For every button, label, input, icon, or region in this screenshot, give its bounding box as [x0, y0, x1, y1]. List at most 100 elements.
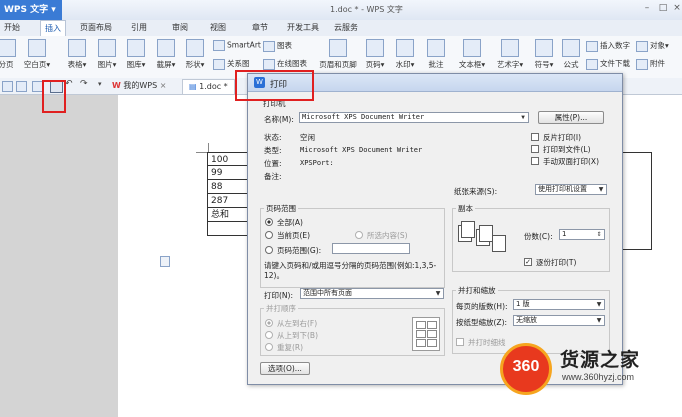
- tab-my-wps[interactable]: W 我的WPS ×: [112, 79, 166, 93]
- printer-select[interactable]: Microsoft XPS Document Writer ▼: [299, 112, 529, 123]
- manual-duplex-checkbox[interactable]: [531, 157, 539, 165]
- page-number-button[interactable]: 页码▾: [362, 39, 388, 70]
- tab-references[interactable]: 引用: [131, 20, 147, 36]
- customize-dropdown-icon[interactable]: ▾: [98, 80, 102, 88]
- print-what-select[interactable]: 范围中所有页面 ▼: [300, 288, 444, 299]
- save-icon[interactable]: [16, 81, 27, 92]
- merge-print-label: 并打时细线: [468, 338, 506, 347]
- tab-chapter[interactable]: 章节: [252, 20, 268, 36]
- reverse-print-checkbox[interactable]: [531, 133, 539, 141]
- selection-radio[interactable]: [355, 231, 363, 239]
- attachment-button[interactable]: 附件: [636, 58, 665, 70]
- collate-label: 逐份打印(T): [536, 258, 577, 267]
- table-cell[interactable]: 88: [207, 180, 251, 194]
- tab-page-layout[interactable]: 页面布局: [80, 20, 112, 36]
- window-title: 1.doc * - WPS 文字: [330, 5, 403, 14]
- table-button[interactable]: 表格▾: [64, 39, 90, 70]
- object-button[interactable]: 对象▾: [636, 40, 669, 52]
- close-icon[interactable]: ×: [670, 3, 682, 15]
- online-chart-button[interactable]: 在线图表: [263, 58, 307, 70]
- paper-source-label: 纸张来源(S):: [454, 187, 498, 196]
- object-icon: [636, 40, 648, 52]
- watermark-button[interactable]: 水印▾: [392, 39, 418, 70]
- shape-button[interactable]: 形状▾: [182, 39, 208, 70]
- wps-menu-button[interactable]: WPS 文字 ▾: [0, 0, 62, 20]
- file-download-button[interactable]: 文件下载: [586, 58, 630, 70]
- blank-page-icon: [28, 39, 46, 57]
- chevron-down-icon: ▼: [596, 301, 602, 308]
- insert-number-button[interactable]: 插入数字: [586, 40, 630, 52]
- order-tb-radio[interactable]: [265, 331, 273, 339]
- properties-button[interactable]: 属性(P)...: [538, 111, 604, 124]
- order-group-label: 并打顺序: [264, 303, 298, 314]
- shape-icon: [186, 39, 204, 57]
- collate-pages-icon: [458, 217, 508, 257]
- comment-button[interactable]: 批注: [426, 39, 446, 70]
- redo-icon[interactable]: ↷: [80, 79, 88, 89]
- order-tb-label: 从上到下(B): [277, 331, 318, 340]
- wordart-icon: [501, 39, 519, 57]
- chart-button[interactable]: 图表: [263, 40, 292, 52]
- smartart-icon: [213, 40, 225, 51]
- gallery-button[interactable]: 图库▾: [123, 39, 149, 70]
- undo-icon[interactable]: ↶: [65, 79, 73, 89]
- blank-page-button[interactable]: 空白页▾: [22, 39, 52, 70]
- formula-button[interactable]: 公式: [560, 39, 582, 70]
- copies-label: 份数(C):: [524, 232, 553, 241]
- textbox-button[interactable]: 文本框▾: [455, 39, 489, 70]
- table-cell[interactable]: [207, 222, 251, 236]
- current-page-radio[interactable]: [265, 231, 273, 239]
- scale-select[interactable]: 无缩放 ▼: [513, 315, 605, 326]
- header-footer-button[interactable]: 页眉和页脚: [318, 39, 358, 70]
- page-break-button[interactable]: 分页: [0, 39, 16, 70]
- menu-bar: 开始 插入 页面布局 引用 审阅 视图 章节 开发工具 云服务: [0, 20, 682, 37]
- location-label: 位置:: [264, 159, 282, 168]
- page-range-radio[interactable]: [265, 246, 273, 254]
- minimize-icon[interactable]: –: [640, 3, 654, 15]
- chevron-down-icon: ▼: [435, 290, 441, 297]
- header-footer-icon: [329, 39, 347, 57]
- smartart-button[interactable]: SmartArt: [213, 40, 261, 51]
- current-page-label: 当前页(E): [277, 231, 311, 240]
- tab-review[interactable]: 审阅: [172, 20, 188, 36]
- order-repeat-radio[interactable]: [265, 343, 273, 351]
- tab-cloud[interactable]: 云服务: [334, 20, 358, 36]
- page-range-hint: 请键入页码和/或用逗号分隔的页码范围(例如:1,3,5-12)。: [264, 261, 437, 280]
- spinner-icon[interactable]: ⇕: [595, 231, 603, 238]
- table-cell[interactable]: 总和: [207, 208, 251, 222]
- table-cell[interactable]: 99: [207, 166, 251, 180]
- copies-input[interactable]: 1 ⇕: [559, 229, 605, 240]
- watermark-brand: 货源之家: [560, 349, 641, 371]
- table-cell[interactable]: 287: [207, 194, 251, 208]
- page-range-input[interactable]: [332, 243, 410, 254]
- tab-insert[interactable]: 插入: [40, 20, 66, 37]
- wordart-button[interactable]: 艺术字▾: [493, 39, 527, 70]
- pages-per-sheet-select[interactable]: 1 版 ▼: [513, 299, 605, 310]
- table-cell[interactable]: 100: [207, 152, 251, 166]
- paste-options-icon[interactable]: [160, 256, 170, 267]
- picture-button[interactable]: 图片▾: [94, 39, 120, 70]
- tab-view[interactable]: 视图: [210, 20, 226, 36]
- print-to-file-checkbox[interactable]: [531, 145, 539, 153]
- collate-checkbox[interactable]: ✓: [524, 258, 532, 266]
- symbol-button[interactable]: 符号▾: [532, 39, 556, 70]
- all-radio[interactable]: [265, 218, 273, 226]
- tab-home[interactable]: 开始: [4, 20, 20, 36]
- manual-duplex-label: 手动双面打印(X): [543, 157, 599, 166]
- status-value: 空闲: [300, 133, 315, 142]
- selection-label: 所选内容(S): [367, 231, 408, 240]
- maximize-icon[interactable]: □: [656, 3, 670, 15]
- merge-print-checkbox[interactable]: [456, 338, 464, 346]
- paper-source-select[interactable]: 使用打印机设置 ▼: [535, 184, 607, 195]
- options-button[interactable]: 选项(O)...: [260, 362, 310, 375]
- order-lr-radio[interactable]: [265, 319, 273, 327]
- tab-developer[interactable]: 开发工具: [287, 20, 319, 36]
- tab-document[interactable]: ▤ 1.doc *: [182, 79, 235, 95]
- type-value: Microsoft XPS Document Writer: [300, 146, 423, 154]
- relation-chart-button[interactable]: 关系图: [213, 58, 250, 70]
- zoom-group-label: 并打和缩放: [456, 285, 498, 296]
- status-label: 状态:: [264, 133, 282, 142]
- open-icon[interactable]: [2, 81, 13, 92]
- wps-logo-icon: W: [112, 81, 121, 90]
- screenshot-button[interactable]: 截屏▾: [153, 39, 179, 70]
